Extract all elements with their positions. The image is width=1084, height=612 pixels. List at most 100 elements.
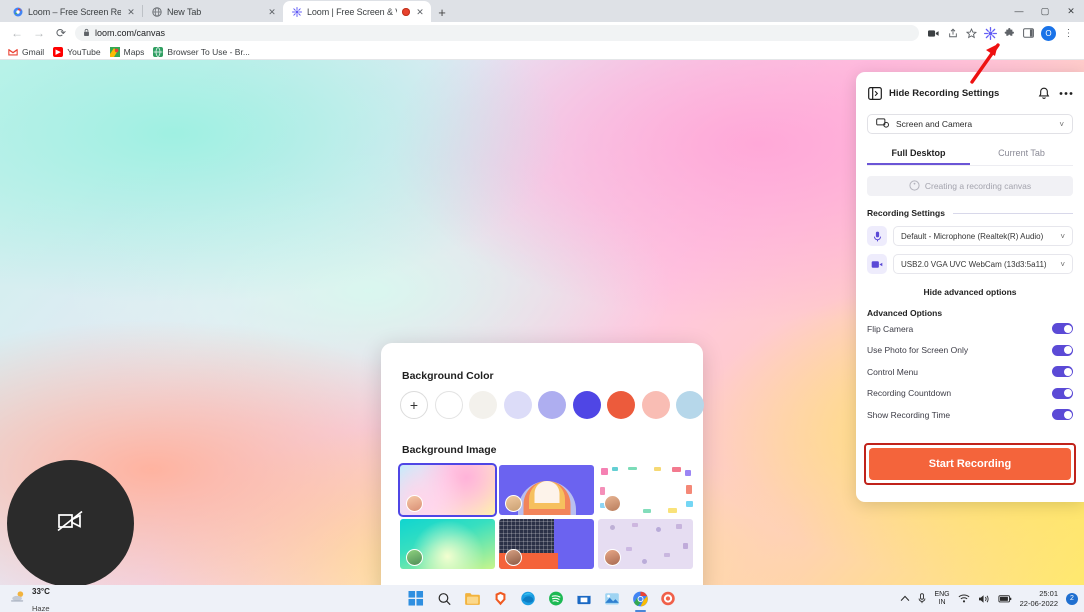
tab-current-tab[interactable]: Current Tab [970, 144, 1073, 165]
more-horizontal-icon[interactable] [1058, 86, 1073, 101]
notification-badge[interactable]: 2 [1066, 592, 1078, 605]
file-explorer-icon[interactable] [464, 590, 481, 607]
forward-icon[interactable]: → [28, 22, 50, 44]
start-recording-button[interactable]: Start Recording [869, 448, 1071, 480]
reload-icon[interactable]: ⟳ [50, 22, 72, 44]
tab-close-icon[interactable]: ✕ [126, 7, 136, 17]
bookmark-browser-to-use[interactable]: Browser To Use - Br... [151, 46, 257, 57]
doodle-mark [626, 547, 632, 551]
option-control-menu: Control Menu [867, 361, 1073, 383]
spotify-icon[interactable] [548, 590, 565, 607]
color-swatch-indigo[interactable] [572, 391, 601, 419]
language-indicator[interactable]: ENG IN [934, 591, 949, 606]
tab-favicon-loom-chrome [13, 7, 23, 17]
background-image-grid [398, 463, 693, 569]
option-show-recording-time: Show Recording Time [867, 404, 1073, 426]
address-bar[interactable]: loom.com/canvas [75, 25, 919, 41]
weather-widget[interactable]: 33°C Haze [0, 582, 50, 612]
tab-full-desktop[interactable]: Full Desktop [867, 144, 970, 165]
navigation-bar: ← → ⟳ loom.com/canvas O ⋮ [0, 22, 1084, 44]
toggle-use-photo-for-screen-only[interactable] [1052, 344, 1073, 356]
language-line-2: IN [938, 598, 946, 606]
microphone-select[interactable]: Default - Microphone (Realtek(R) Audio) … [893, 226, 1073, 246]
toggle-show-recording-time[interactable] [1052, 409, 1073, 421]
taskbar-apps [408, 590, 677, 607]
background-thumb-pastel-gradient[interactable] [398, 463, 497, 517]
bell-icon[interactable] [1036, 86, 1051, 101]
settings-app-icon[interactable] [660, 590, 677, 607]
profile-avatar[interactable]: O [1041, 25, 1056, 41]
close-window-button[interactable]: ✕ [1058, 0, 1084, 22]
loom-recording-settings-panel: Hide Recording Settings Screen and Camer… [856, 72, 1084, 502]
add-custom-color-button[interactable]: + [400, 391, 428, 419]
avatar [604, 495, 621, 512]
loom-extension-icon[interactable] [981, 23, 1000, 43]
edge-icon[interactable] [520, 590, 537, 607]
option-label: Use Photo for Screen Only [867, 345, 969, 356]
bookmark-gmail[interactable]: Gmail [6, 46, 51, 57]
language-line-1: ENG [934, 590, 950, 598]
background-thumb-teal-gradient[interactable] [400, 519, 495, 569]
hide-advanced-options-link[interactable]: Hide advanced options [867, 287, 1073, 297]
taskbar-clock[interactable]: 25:01 22-06-2022 [1020, 589, 1058, 608]
background-thumb-rainbow-arch[interactable] [499, 465, 594, 515]
panel-collapse-icon[interactable] [867, 86, 882, 101]
back-icon[interactable]: ← [6, 22, 28, 44]
bookmarks-bar: Gmail ▶ YouTube Maps Browser To Use - Br… [0, 44, 1084, 60]
capture-mode-selector[interactable]: Screen and Camera ˅ [867, 114, 1073, 134]
banner-text: Creating a recording canvas [924, 181, 1032, 191]
toggle-flip-camera[interactable] [1052, 323, 1073, 335]
bookmark-maps[interactable]: Maps [108, 46, 152, 57]
gmail-icon [8, 46, 18, 57]
camera-select[interactable]: USB2.0 VGA UVC WebCam (13d3:5a11) ˅ [893, 254, 1073, 274]
microphone-device-row: Default - Microphone (Realtek(R) Audio) … [867, 226, 1073, 246]
extensions-puzzle-icon[interactable] [1000, 23, 1019, 43]
wifi-icon[interactable] [958, 594, 970, 603]
volume-icon[interactable] [978, 594, 990, 604]
color-swatch-blush-pink[interactable] [641, 391, 670, 419]
color-swatch-powder-blue[interactable] [676, 391, 704, 419]
tab-close-icon[interactable]: ✕ [415, 7, 425, 17]
bookmark-youtube[interactable]: ▶ YouTube [51, 46, 107, 57]
maximize-button[interactable]: ▢ [1032, 0, 1058, 22]
color-swatch-coral[interactable] [607, 391, 635, 419]
browser-tab-2[interactable]: New Tab ✕ [143, 1, 283, 22]
confetti-dot [600, 487, 605, 495]
close-icon[interactable]: close-icon [679, 351, 693, 365]
microsoft-store-icon[interactable] [576, 590, 593, 607]
color-swatch-light-periwinkle[interactable] [538, 391, 566, 419]
color-swatch-white[interactable] [434, 391, 463, 419]
system-tray: ENG IN 25:01 22-06-2022 2 [900, 589, 1078, 608]
battery-icon[interactable] [998, 594, 1012, 603]
browser-tab-3-active[interactable]: Loom | Free Screen & Video ✕ [283, 1, 431, 22]
show-hidden-icons[interactable] [900, 595, 910, 602]
toggle-recording-countdown[interactable] [1052, 387, 1073, 399]
search-icon[interactable] [436, 590, 453, 607]
color-swatch-pale-lavender[interactable] [503, 391, 532, 419]
confetti-dot [601, 468, 608, 475]
browser-tab-1[interactable]: Loom – Free Screen Recorder & ✕ [4, 1, 142, 22]
background-color-title: Background Color [402, 370, 494, 382]
microphone-icon[interactable] [918, 593, 926, 604]
tab-close-icon[interactable]: ✕ [267, 7, 277, 17]
brave-icon[interactable] [492, 590, 509, 607]
bookmark-star-icon[interactable] [962, 23, 981, 43]
photos-icon[interactable] [604, 590, 621, 607]
minimize-button[interactable]: — [1006, 0, 1032, 22]
share-icon[interactable] [943, 23, 962, 43]
confetti-dot [686, 485, 692, 494]
windows-start-icon[interactable] [408, 590, 425, 607]
browser-menu-icon[interactable]: ⋮ [1059, 23, 1078, 43]
media-cast-icon[interactable] [924, 23, 943, 43]
confetti-dot [628, 467, 637, 470]
chrome-icon[interactable] [632, 590, 649, 607]
background-thumb-grid-orange[interactable] [499, 519, 594, 569]
toggle-control-menu[interactable] [1052, 366, 1073, 378]
avatar [406, 549, 423, 566]
color-swatch-off-white[interactable] [469, 391, 497, 419]
background-thumb-lavender-doodle[interactable] [598, 519, 693, 569]
camera-bubble[interactable] [7, 460, 134, 587]
background-thumb-confetti-border[interactable] [598, 465, 693, 515]
new-tab-button[interactable]: + [431, 2, 453, 22]
side-panel-icon[interactable] [1019, 23, 1038, 43]
